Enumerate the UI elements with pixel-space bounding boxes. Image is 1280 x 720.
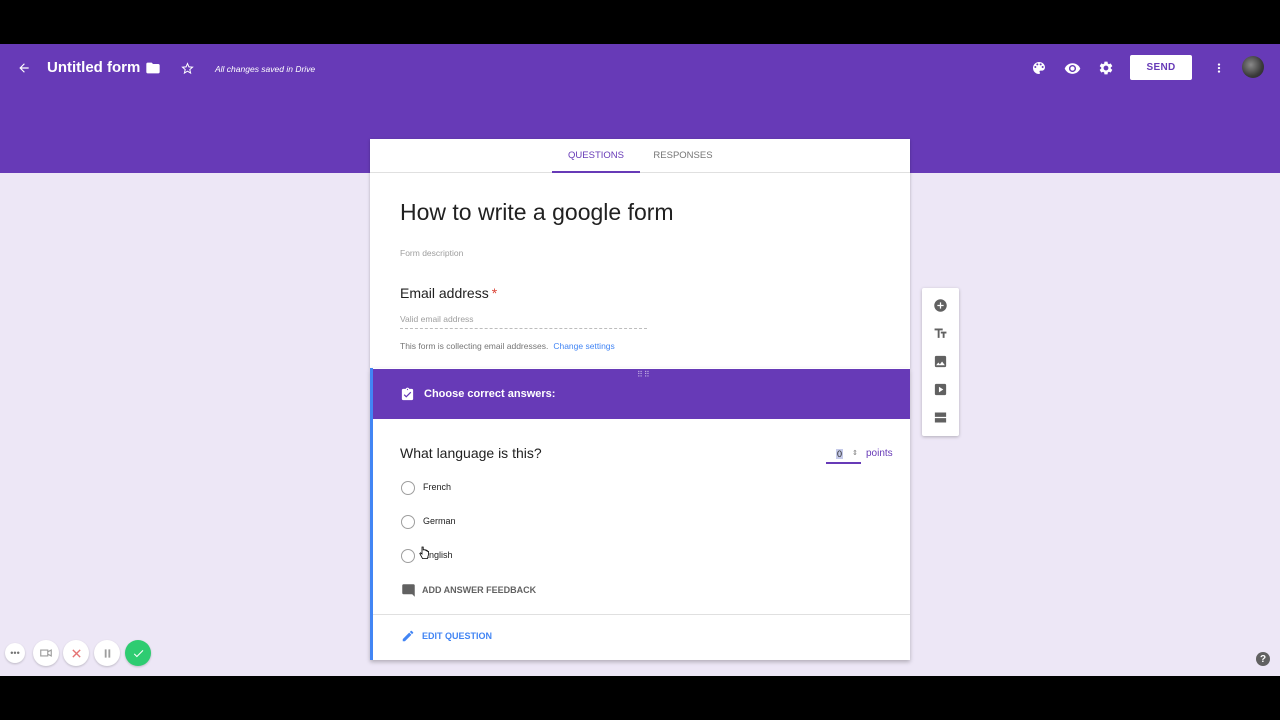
tab-responses[interactable]: RESPONSES <box>642 139 724 173</box>
edit-question-label: EDIT QUESTION <box>422 631 493 641</box>
radio-button[interactable] <box>401 481 415 495</box>
change-settings-link[interactable]: Change settings <box>553 341 614 351</box>
points-spinner-icon[interactable]: ⇕ <box>852 449 858 457</box>
tab-questions[interactable]: QUESTIONS <box>552 139 640 173</box>
close-icon <box>71 648 81 658</box>
recorder-done-button[interactable] <box>125 640 151 666</box>
answer-key-title: Choose correct answers: <box>424 388 556 400</box>
more-vert-icon[interactable] <box>1210 58 1228 78</box>
email-field: Valid email address <box>400 312 647 329</box>
points-label: points <box>866 448 893 459</box>
divider <box>373 614 910 615</box>
account-avatar[interactable] <box>1242 56 1264 78</box>
required-asterisk: * <box>491 285 498 301</box>
feedback-comment-icon <box>400 582 416 598</box>
recorder-pause-button[interactable] <box>94 640 120 666</box>
email-collection-note: This form is collecting email addresses.… <box>400 341 615 351</box>
camera-icon <box>40 649 52 657</box>
add-question-icon[interactable] <box>931 296 949 314</box>
option-label: French <box>423 482 452 492</box>
more-horiz-icon: ••• <box>10 648 20 658</box>
email-question-label: Email address * <box>400 285 497 301</box>
save-status: All changes saved in Drive <box>215 64 316 74</box>
send-button[interactable]: SEND <box>1130 55 1192 80</box>
form-title[interactable]: How to write a google form <box>400 197 674 227</box>
email-collection-text: This form is collecting email addresses. <box>400 341 549 351</box>
palette-icon[interactable] <box>1029 58 1049 78</box>
pause-icon <box>104 648 110 658</box>
recorder-camera-button[interactable] <box>33 640 59 666</box>
points-stepper[interactable]: 0 ⇕ <box>826 447 861 464</box>
hand-cursor-icon <box>417 545 431 561</box>
tab-bar: QUESTIONS RESPONSES <box>370 139 910 173</box>
form-header-card: QUESTIONS RESPONSES How to write a googl… <box>370 139 910 368</box>
form-name[interactable]: Untitled form <box>47 59 140 77</box>
back-arrow-icon[interactable] <box>15 59 33 77</box>
section-icon[interactable] <box>931 408 949 426</box>
forms-editor: Untitled form All changes saved in Drive… <box>0 44 1280 676</box>
title-text-icon[interactable] <box>931 324 949 342</box>
side-toolbar <box>922 288 959 436</box>
email-label-text: Email address <box>400 285 489 301</box>
help-icon[interactable]: ? <box>1256 652 1270 666</box>
video-icon[interactable] <box>931 380 949 398</box>
star-icon[interactable] <box>178 59 196 77</box>
recorder-menu-button[interactable]: ••• <box>5 643 25 663</box>
assignment-check-icon <box>400 385 415 403</box>
folder-icon[interactable] <box>144 59 162 77</box>
radio-button[interactable] <box>401 549 415 563</box>
option-label: German <box>423 516 456 526</box>
drag-handle[interactable]: ⠿⠿ <box>637 371 651 379</box>
form-description-field[interactable]: Form description <box>400 248 463 258</box>
settings-gear-icon[interactable] <box>1096 58 1116 78</box>
feedback-label: ADD ANSWER FEEDBACK <box>422 585 537 595</box>
question-title: What language is this? <box>400 445 542 461</box>
points-value[interactable]: 0 <box>836 449 844 459</box>
check-icon <box>133 649 143 657</box>
recorder-cancel-button[interactable] <box>63 640 89 666</box>
image-icon[interactable] <box>931 352 949 370</box>
radio-button[interactable] <box>401 515 415 529</box>
pencil-icon <box>400 628 416 644</box>
preview-eye-icon[interactable] <box>1062 58 1082 78</box>
question-card[interactable]: ⠿⠿ Choose correct answers: What language… <box>370 368 910 660</box>
answer-key-header: ⠿⠿ Choose correct answers: <box>373 369 910 419</box>
